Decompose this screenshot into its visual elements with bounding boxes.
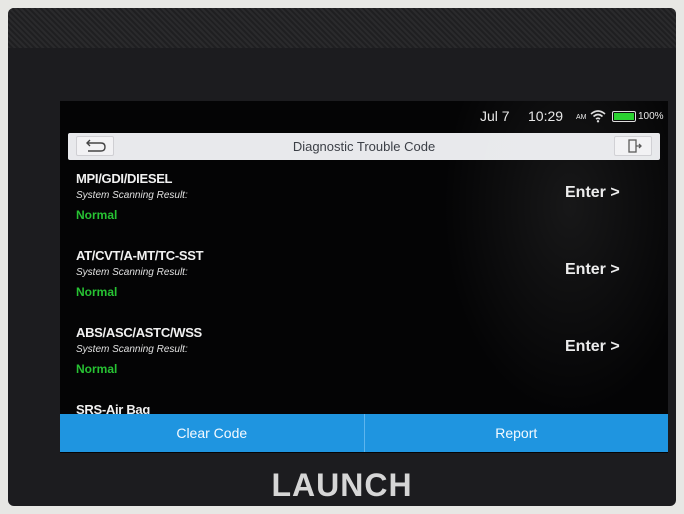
scan-status: Normal — [76, 208, 118, 222]
battery-percentage: 100% — [638, 111, 664, 122]
scan-result-label: System Scanning Result: — [76, 267, 188, 278]
system-name: AT/CVT/A-MT/TC-SST — [76, 248, 204, 263]
battery-fill — [614, 113, 634, 120]
system-list: MPI/GDI/DIESEL System Scanning Result: N… — [60, 163, 668, 415]
enter-button[interactable]: Enter > — [565, 338, 620, 356]
scan-status: Normal — [76, 285, 118, 299]
scan-tool-device: Jul 7 10:29 AM 100% Diagnostic Trouble C… — [8, 8, 676, 506]
action-bar: Clear Code Report — [60, 414, 668, 452]
system-item: MPI/GDI/DIESEL System Scanning Result: N… — [60, 163, 668, 240]
exit-button[interactable] — [614, 136, 652, 156]
status-time: 10:29 — [528, 108, 564, 124]
clear-code-button[interactable]: Clear Code — [60, 414, 365, 452]
page-title: Diagnostic Trouble Code — [292, 139, 436, 154]
device-screen: Jul 7 10:29 AM 100% Diagnostic Trouble C… — [60, 101, 668, 453]
scan-result-label: System Scanning Result: — [76, 190, 188, 201]
device-bezel — [8, 8, 676, 48]
status-ampm: AM — [576, 114, 587, 121]
system-name: MPI/GDI/DIESEL — [76, 171, 173, 186]
status-bar: Jul 7 10:29 AM 100% — [60, 105, 668, 129]
scan-result-label: System Scanning Result: — [76, 344, 188, 355]
enter-button[interactable]: Enter > — [565, 261, 620, 279]
report-button[interactable]: Report — [365, 414, 669, 452]
enter-button[interactable]: Enter > — [565, 184, 620, 202]
brand-logo: LAUNCH — [271, 467, 413, 503]
system-item: ABS/ASC/ASTC/WSS System Scanning Result:… — [60, 317, 668, 394]
scan-status: Normal — [76, 362, 118, 376]
exit-door-icon — [628, 139, 642, 153]
status-date: Jul 7 — [480, 108, 510, 124]
wifi-icon — [590, 110, 606, 123]
title-bar: Diagnostic Trouble Code — [68, 133, 660, 160]
system-item: AT/CVT/A-MT/TC-SST System Scanning Resul… — [60, 240, 668, 317]
system-item-partial: SRS-Air Bag — [60, 394, 668, 415]
system-name: ABS/ASC/ASTC/WSS — [76, 325, 202, 340]
battery-icon — [612, 111, 636, 122]
